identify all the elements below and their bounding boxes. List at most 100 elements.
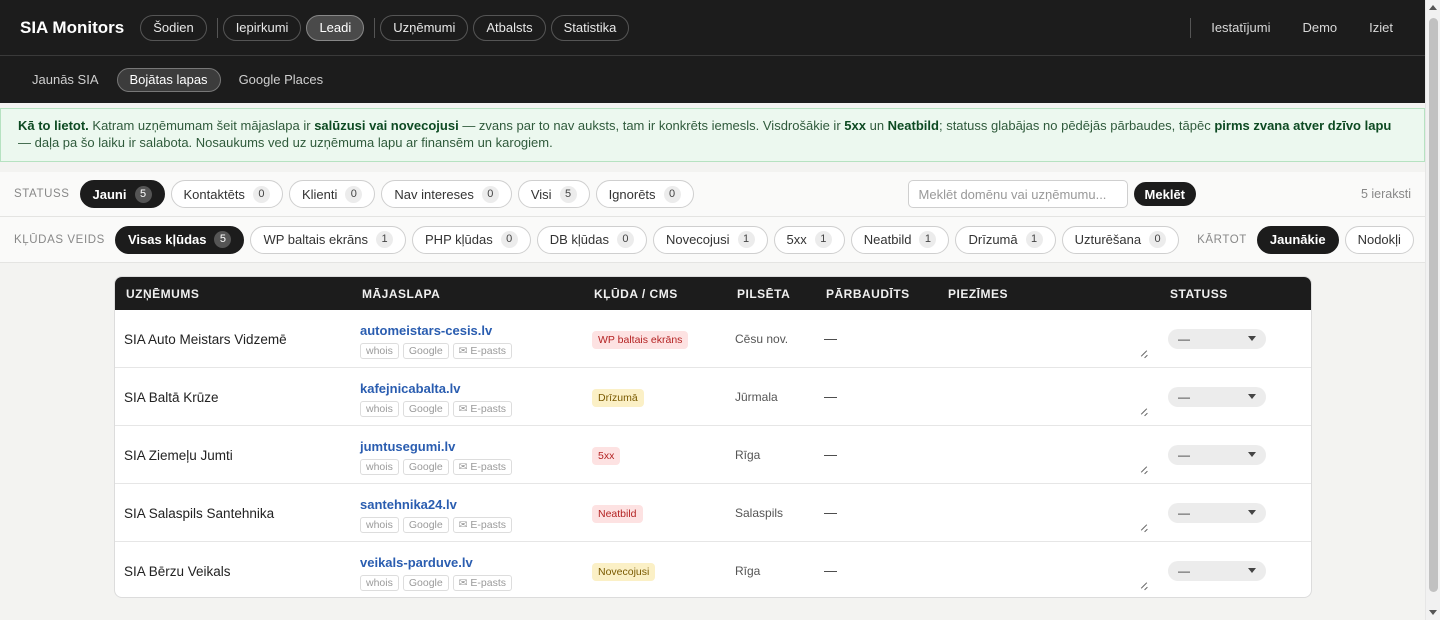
- company-name-link[interactable]: SIA Ziemeļu Jumti: [124, 448, 233, 463]
- company-name-link[interactable]: SIA Baltā Krūze: [124, 390, 219, 405]
- nav-atbalsts[interactable]: Atbalsts: [473, 14, 546, 41]
- google-button[interactable]: Google: [402, 343, 449, 359]
- status-chip-klienti[interactable]: Klienti 0: [288, 180, 376, 208]
- info-highlight: salūzusi vai novecojusi: [314, 118, 459, 133]
- leads-table: UZŅĒMUMS MĀJASLAPA KĻŪDA / CMS PILSĒTA PĀRBA…: [114, 276, 1312, 598]
- nav-link-iziet[interactable]: Iziet: [1369, 20, 1393, 35]
- checked-text: —: [824, 331, 837, 346]
- notes-textarea[interactable]: [945, 376, 1149, 416]
- e-pasts-button[interactable]: ✉ E-pasts: [452, 517, 513, 533]
- whois-button[interactable]: whois: [360, 343, 399, 359]
- filters-panel: STATUSS Jauni 5 Kontaktēts 0 Klienti 0 Nav int…: [0, 172, 1425, 263]
- whois-button[interactable]: whois: [360, 401, 399, 417]
- city-text: Salaspils: [735, 506, 784, 520]
- page-scrollbar[interactable]: [1425, 0, 1440, 620]
- e-pasts-button[interactable]: ✉ E-pasts: [452, 401, 513, 417]
- search-input[interactable]: Meklēt domēnu vai uzņēmumu...: [907, 180, 1128, 208]
- status-chip-label: Ignorēts: [608, 186, 656, 202]
- search-button[interactable]: Meklēt: [1133, 182, 1197, 206]
- sort-chip-nodokli[interactable]: Nodokļi: [1344, 225, 1414, 254]
- error-chip-php-kludas[interactable]: PHP kļūdas 0: [412, 225, 531, 254]
- chevron-down-icon: [1248, 510, 1256, 515]
- status-chip-visi[interactable]: Visi 5: [517, 180, 590, 208]
- error-chip-label: Neatbild: [863, 232, 912, 247]
- error-chip-db-kludas[interactable]: DB kļūdas 0: [536, 225, 647, 254]
- subnav-bojatas-lapas[interactable]: Bojātas lapas: [116, 67, 221, 92]
- nav-uznemumi[interactable]: Uzņēmumi: [380, 14, 469, 41]
- status-select[interactable]: —: [1168, 445, 1266, 465]
- domain-link[interactable]: veikals-parduve.lv: [360, 555, 473, 570]
- scroll-down-icon[interactable]: [1429, 610, 1437, 615]
- scrollbar-thumb[interactable]: [1429, 18, 1438, 592]
- status-chip-jauni[interactable]: Jauni 5: [79, 180, 165, 208]
- error-chip-label: Novecojusi: [665, 232, 730, 247]
- nav-divider: [1190, 17, 1192, 38]
- status-select[interactable]: —: [1168, 561, 1266, 581]
- resize-handle-icon[interactable]: [1140, 581, 1149, 590]
- error-chip-wp-baltais-ekrans[interactable]: WP baltais ekrāns 1: [250, 225, 407, 254]
- nav-statistika[interactable]: Statistika: [550, 14, 630, 41]
- info-text: — zvans par to nav auksts, tam ir konkrē…: [458, 118, 845, 133]
- resize-handle-icon[interactable]: [1140, 523, 1149, 532]
- row-quick-links: whois Google ✉ E-pasts: [360, 401, 516, 417]
- table-row: SIA Ziemeļu Jumti jumtusegumi.lv whois Goog…: [115, 426, 1311, 484]
- status-select[interactable]: —: [1168, 387, 1266, 407]
- google-button[interactable]: Google: [402, 401, 449, 417]
- city-text: Cēsu nov.: [735, 332, 789, 346]
- notes-textarea[interactable]: [945, 318, 1149, 358]
- main-nav-row: SIA Monitors Šodien Iepirkumi Leadi Uzņēmum…: [0, 0, 1425, 56]
- status-chip-label: Nav intereses: [394, 186, 474, 202]
- resize-handle-icon[interactable]: [1140, 465, 1149, 474]
- nav-link-demo[interactable]: Demo: [1302, 20, 1337, 35]
- error-chip-uzturesana[interactable]: Uzturēšana 0: [1061, 225, 1180, 254]
- error-chip-count: 5: [214, 231, 232, 248]
- company-name-link[interactable]: SIA Salaspils Santehnika: [124, 506, 274, 521]
- resize-handle-icon[interactable]: [1140, 349, 1149, 358]
- nav-iepirkumi[interactable]: Iepirkumi: [222, 14, 302, 41]
- error-chip-novecojusi[interactable]: Novecojusi 1: [652, 225, 768, 254]
- table-body: SIA Auto Meistars Vidzemē automeistars-ce…: [115, 310, 1311, 597]
- company-name-link[interactable]: SIA Bērzu Veikals: [124, 564, 231, 579]
- status-select-value: —: [1178, 332, 1190, 346]
- e-pasts-button[interactable]: ✉ E-pasts: [452, 459, 513, 475]
- status-chip-kontaktets[interactable]: Kontaktēts 0: [170, 180, 283, 208]
- nav-divider: [216, 17, 218, 38]
- error-chip-5xx[interactable]: 5xx 1: [773, 225, 845, 254]
- notes-textarea[interactable]: [945, 550, 1149, 590]
- status-select[interactable]: —: [1168, 329, 1266, 349]
- scroll-up-icon[interactable]: [1429, 5, 1437, 10]
- whois-button[interactable]: whois: [360, 517, 399, 533]
- column-header-7: STATUSS: [1170, 286, 1228, 301]
- status-chip-nav-intereses[interactable]: Nav intereses 0: [381, 180, 512, 208]
- status-select-value: —: [1178, 564, 1190, 578]
- chevron-down-icon: [1248, 568, 1256, 573]
- nav-sodien[interactable]: Šodien: [140, 14, 207, 41]
- e-pasts-button[interactable]: ✉ E-pasts: [452, 343, 513, 359]
- whois-button[interactable]: whois: [360, 575, 399, 591]
- status-chip-ignorets[interactable]: Ignorēts 0: [595, 180, 694, 208]
- domain-link[interactable]: kafejnicabalta.lv: [360, 381, 460, 396]
- google-button[interactable]: Google: [402, 517, 449, 533]
- error-chip-neatbild[interactable]: Neatbild 1: [850, 225, 950, 254]
- domain-link[interactable]: automeistars-cesis.lv: [360, 323, 492, 338]
- nav-leadi[interactable]: Leadi: [306, 14, 365, 41]
- domain-link[interactable]: santehnika24.lv: [360, 497, 457, 512]
- status-select-value: —: [1178, 506, 1190, 520]
- google-button[interactable]: Google: [402, 459, 449, 475]
- notes-textarea[interactable]: [945, 434, 1149, 474]
- whois-button[interactable]: whois: [360, 459, 399, 475]
- resize-handle-icon[interactable]: [1140, 407, 1149, 416]
- error-chip-drizuma[interactable]: Drīzumā 1: [955, 225, 1056, 254]
- status-chip-label: Klienti: [301, 186, 338, 202]
- nav-link-iestatijumi[interactable]: Iestatījumi: [1211, 20, 1270, 35]
- company-name-link[interactable]: SIA Auto Meistars Vidzemē: [124, 332, 287, 347]
- sort-chip-jaunakie[interactable]: Jaunākie: [1256, 225, 1339, 254]
- subnav-google-places[interactable]: Google Places: [227, 68, 336, 92]
- google-button[interactable]: Google: [402, 575, 449, 591]
- notes-textarea[interactable]: [945, 492, 1149, 532]
- status-select[interactable]: —: [1168, 503, 1266, 523]
- e-pasts-button[interactable]: ✉ E-pasts: [452, 575, 513, 591]
- domain-link[interactable]: jumtusegumi.lv: [360, 439, 455, 454]
- error-chip-visas-kludas[interactable]: Visas kļūdas 5: [114, 225, 245, 254]
- subnav-jaunas-sia[interactable]: Jaunās SIA: [20, 68, 111, 92]
